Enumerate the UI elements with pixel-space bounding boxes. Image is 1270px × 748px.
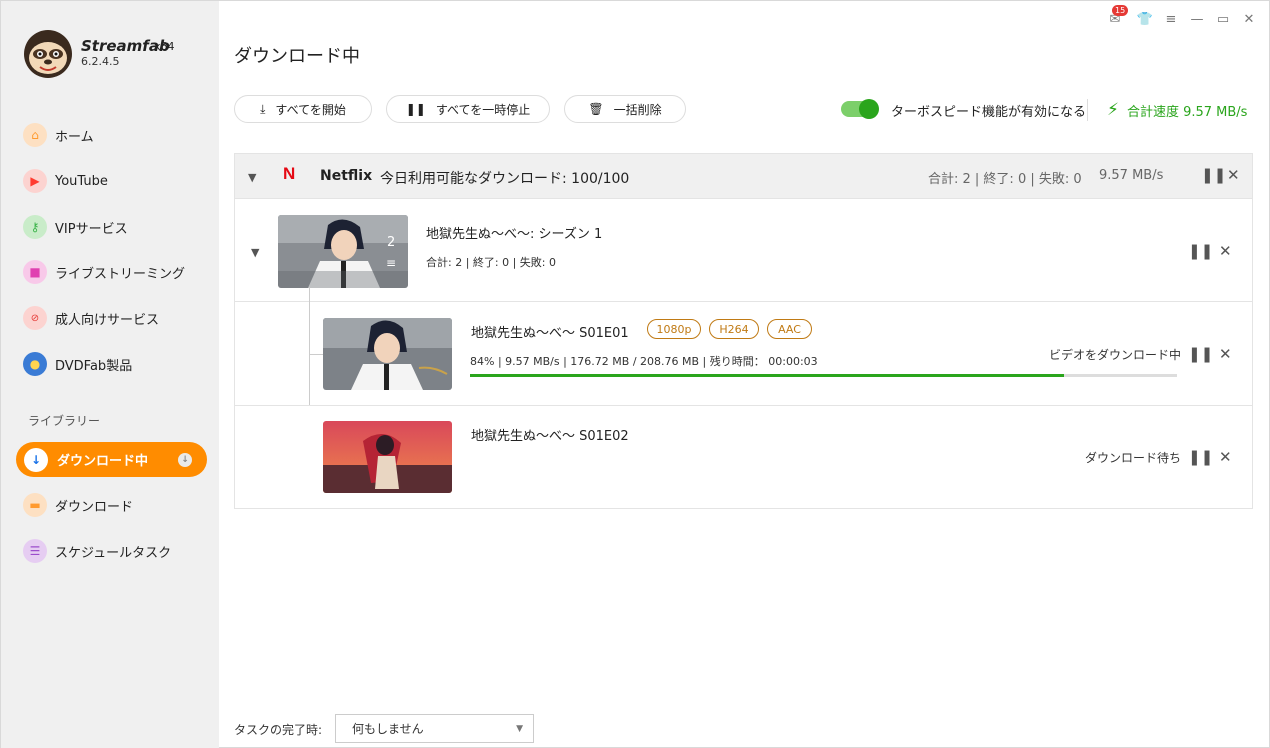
group-close-icon[interactable]: ✕ (1227, 166, 1240, 184)
sidebar-item-label: DVDFab製品 (55, 358, 133, 374)
download-badge-icon: ↓ (178, 453, 192, 467)
divider (1087, 99, 1088, 121)
episode-count: 2 (387, 235, 396, 250)
episode-close-icon[interactable]: ✕ (1219, 345, 1232, 363)
list-settings-icon: ≡ (386, 256, 397, 270)
sidebar-item-label: ダウンロード (55, 499, 134, 515)
start-all-button[interactable]: ⤓ すべてを開始 (234, 95, 372, 123)
app-version: 6.2.4.5 (81, 55, 120, 68)
episode-title: 地獄先生ぬ〜べ〜 S01E02 (471, 429, 629, 444)
turbo-speed-toggle[interactable] (841, 99, 879, 119)
group-pause-icon[interactable]: ❚❚ (1201, 166, 1226, 184)
sidebar-item-home[interactable]: ⌂ ホーム (23, 120, 94, 150)
sidebar-item-dvdfab[interactable]: ● DVDFab製品 (23, 349, 132, 379)
sidebar: Streamfab x64 6.2.4.5 ⌂ ホーム ▶ YouTube ⚷ … (1, 1, 219, 748)
page-title: ダウンロード中 (234, 46, 360, 67)
turbo-speed-label: ターボスピード機能が有効になる (891, 105, 1087, 120)
sidebar-item-downloading[interactable]: ↓ ダウンロード中 ↓ (16, 442, 207, 477)
sidebar-item-vip[interactable]: ⚷ VIPサービス (23, 212, 128, 242)
sidebar-item-downloaded[interactable]: ▬ ダウンロード (23, 490, 133, 520)
sidebar-item-label: スケジュールタスク (55, 545, 172, 561)
close-window-icon[interactable]: ✕ (1241, 11, 1257, 27)
on-complete-select[interactable]: 何もしません ▼ (335, 714, 534, 743)
sidebar-item-label: VIPサービス (55, 221, 128, 237)
chevron-down-icon: ▼ (516, 724, 523, 734)
sidebar-item-label: ホーム (55, 129, 94, 145)
key-icon: ⚷ (23, 215, 47, 239)
delete-all-button[interactable]: 🗑 一括削除 (564, 95, 686, 123)
episode-pause-icon[interactable]: ❚❚ (1188, 448, 1213, 466)
season-thumbnail (278, 215, 408, 288)
minimize-icon[interactable]: — (1189, 11, 1205, 27)
folder-icon: ▬ (23, 493, 47, 517)
sidebar-item-adult[interactable]: ⊘ 成人向けサービス (23, 303, 159, 333)
youtube-icon: ▶ (23, 169, 47, 193)
service-name: Netflix (320, 168, 373, 184)
schedule-list-icon: ☰ (23, 539, 47, 563)
dvdfab-logo-icon: ● (23, 352, 47, 376)
tree-line (309, 354, 323, 355)
season-stats: 合計: 2 | 終了: 0 | 失敗: 0 (426, 256, 557, 269)
sidebar-item-live-streaming[interactable]: ■ ライブストリーミング (23, 257, 185, 287)
progress-bar (470, 374, 1177, 377)
episode-pause-icon[interactable]: ❚❚ (1188, 345, 1213, 363)
video-camera-icon: ■ (23, 260, 47, 284)
download-quota: 今日利用可能なダウンロード: 100/100 (380, 171, 630, 187)
season-collapse-caret-icon[interactable]: ▼ (251, 246, 259, 259)
collapse-caret-icon[interactable]: ▼ (248, 171, 256, 184)
episode-title: 地獄先生ぬ〜べ〜 S01E01 (471, 326, 629, 341)
sidebar-item-youtube[interactable]: ▶ YouTube (23, 166, 108, 196)
episode-thumbnail (323, 421, 452, 493)
episode-thumbnail (323, 318, 452, 390)
library-section-label: ライブラリー (28, 414, 101, 428)
pause-icon: ❚❚ (405, 102, 426, 116)
episode-status: ビデオをダウンロード中 (1048, 348, 1181, 362)
episode-progress-stats: 84% | 9.57 MB/s | 176.72 MB / 208.76 MB … (470, 355, 818, 368)
codec-tag: H264 (709, 319, 759, 339)
on-complete-label: タスクの完了時: (234, 723, 323, 737)
group-speed: 9.57 MB/s (1099, 168, 1164, 183)
pause-all-button[interactable]: ❚❚ すべてを一時停止 (386, 95, 550, 123)
notification-badge: 15 (1112, 5, 1129, 16)
episode-close-icon[interactable]: ✕ (1219, 448, 1232, 466)
download-icon: ⤓ (260, 101, 266, 116)
menu-icon[interactable]: ≡ (1163, 11, 1179, 27)
sidebar-item-label: ダウンロード中 (57, 454, 149, 469)
maximize-icon[interactable]: ▭ (1215, 11, 1231, 27)
total-speed: ⚡ 合計速度 9.57 MB/s (1107, 100, 1248, 120)
sidebar-item-label: ライブストリーミング (55, 266, 186, 282)
episode-status: ダウンロード待ち (1084, 451, 1181, 465)
sidebar-item-label: YouTube (55, 173, 108, 189)
season-close-icon[interactable]: ✕ (1219, 242, 1232, 260)
sidebar-item-schedule[interactable]: ☰ スケジュールタスク (23, 536, 171, 566)
lightning-icon: ⚡ (1107, 100, 1119, 120)
skin-shirt-icon[interactable]: 👕 (1137, 11, 1153, 27)
brand-arch: x64 (154, 40, 175, 53)
streamfab-logo-icon (24, 30, 72, 78)
sidebar-item-label: 成人向けサービス (55, 312, 160, 328)
season-title: 地獄先生ぬ〜べ〜: シーズン 1 (426, 227, 603, 242)
no-18-icon: ⊘ (23, 306, 47, 330)
home-icon: ⌂ (23, 123, 47, 147)
group-stats: 合計: 2 | 終了: 0 | 失敗: 0 (928, 172, 1082, 187)
netflix-logo-icon: N (283, 164, 296, 183)
download-arrow-icon: ↓ (24, 447, 48, 472)
progress-fill (470, 374, 1064, 377)
trash-icon: 🗑 (588, 102, 604, 116)
audio-tag: AAC (767, 319, 812, 339)
app-window: Streamfab x64 6.2.4.5 ⌂ ホーム ▶ YouTube ⚷ … (0, 0, 1270, 748)
season-pause-icon[interactable]: ❚❚ (1188, 242, 1213, 260)
resolution-tag: 1080p (647, 319, 701, 339)
